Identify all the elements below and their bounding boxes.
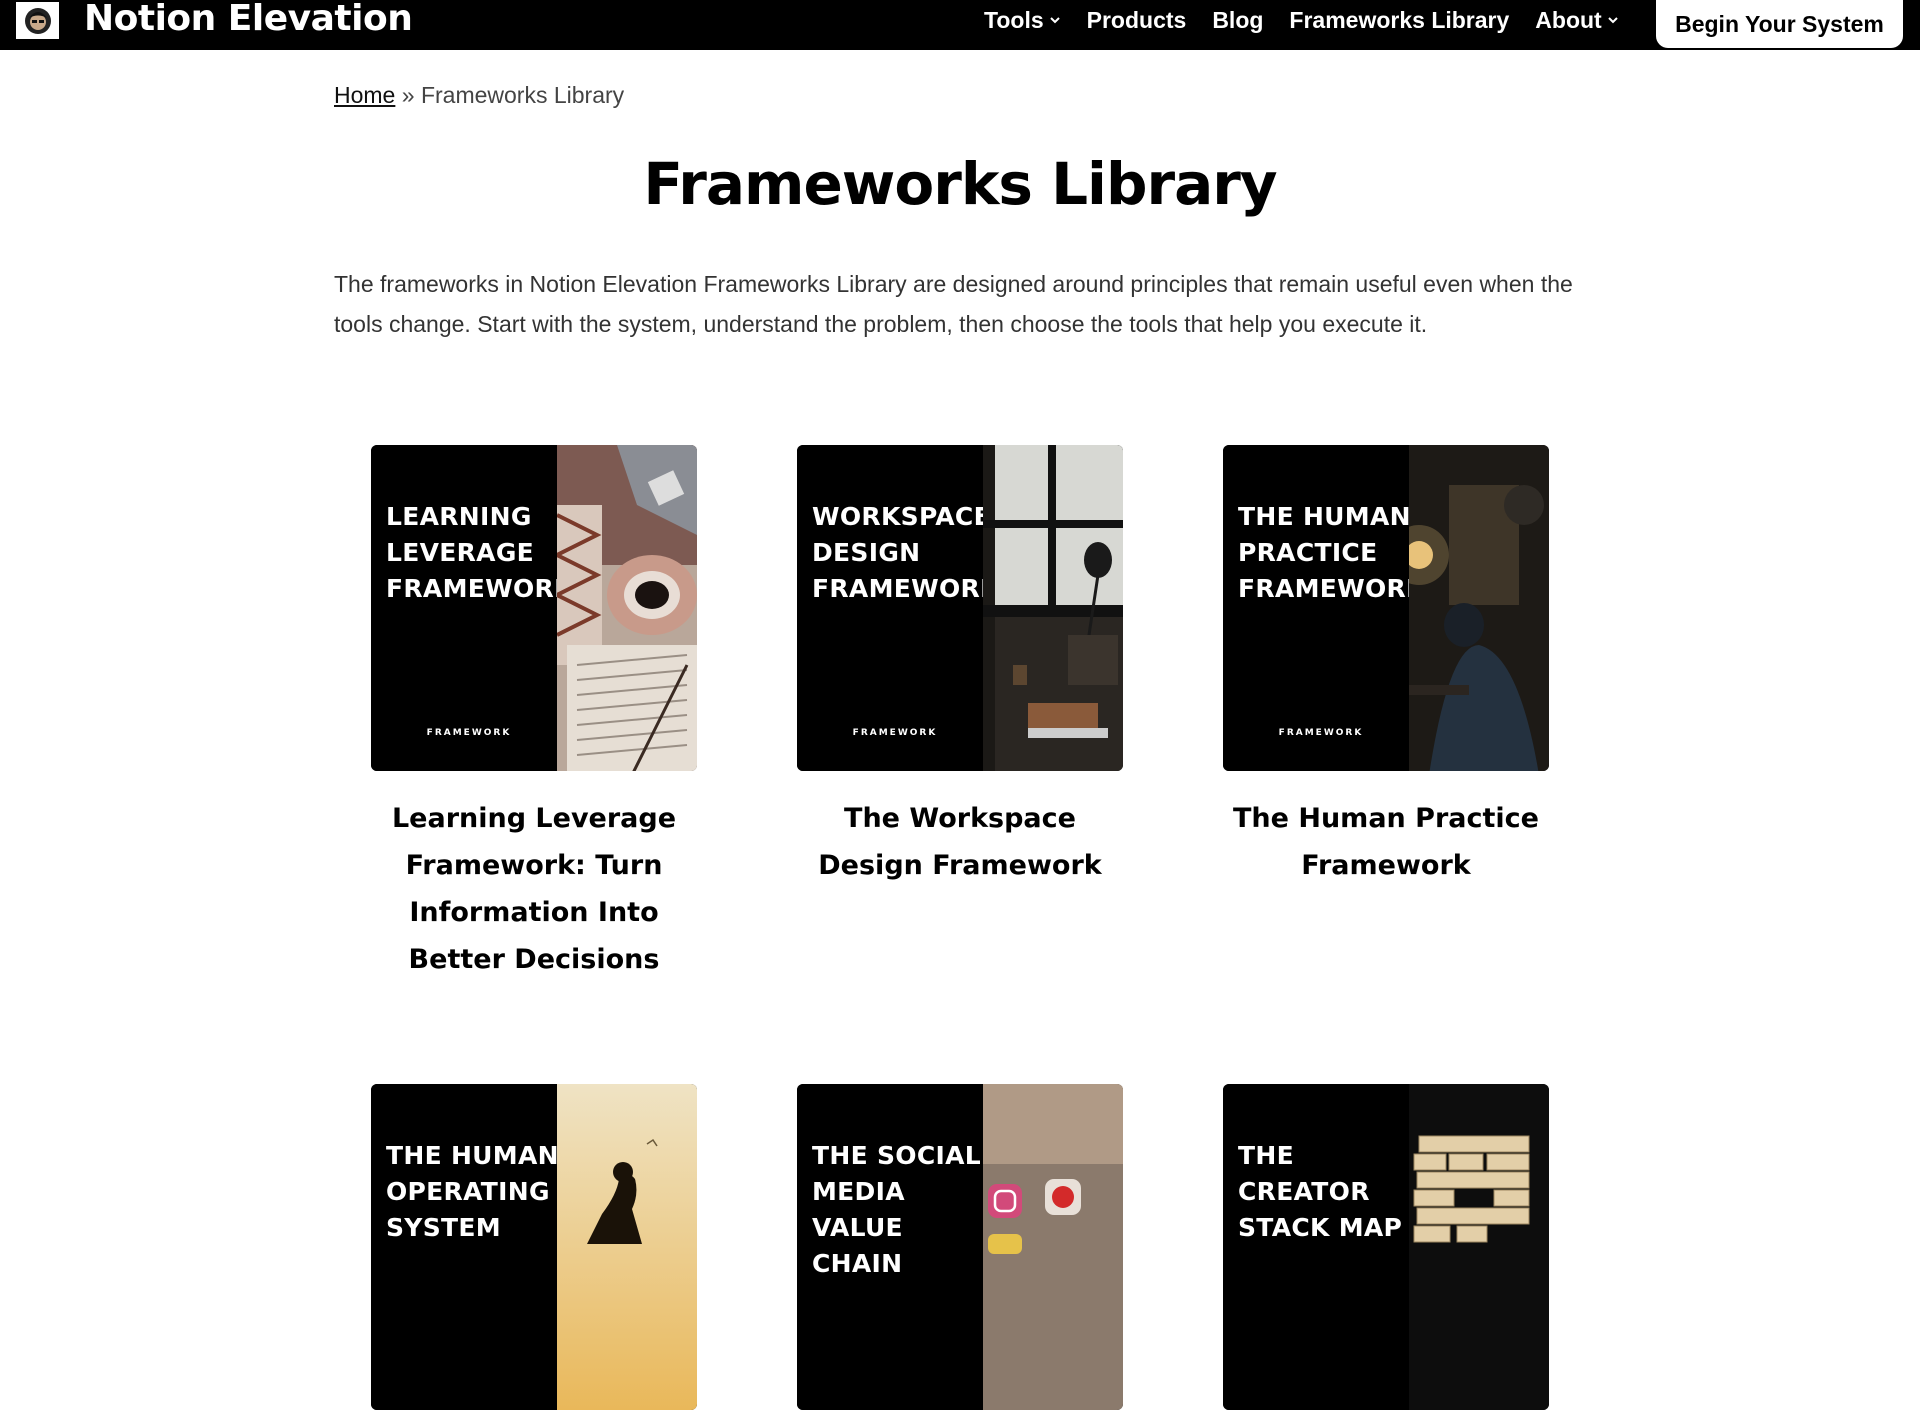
card-thumbnail-tag: FRAMEWORK bbox=[852, 728, 938, 738]
nav-products[interactable]: Products bbox=[1087, 7, 1187, 34]
begin-your-system-button[interactable]: Begin Your System bbox=[1656, 0, 1903, 48]
framework-card-social-media-value-chain[interactable]: THE SOCIAL MEDIA VALUE CHAIN bbox=[797, 1084, 1123, 1410]
chevron-down-icon bbox=[1608, 17, 1618, 24]
card-thumbnail-title: THE HUMAN OPERATING SYSTEM bbox=[386, 1141, 559, 1242]
nav-tools[interactable]: Tools bbox=[984, 7, 1061, 34]
framework-card-human-practice[interactable]: THE HUMAN PRACTICE FRAMEWORK FRAMEWORK T… bbox=[1223, 445, 1549, 889]
framework-card-creator-stack-map[interactable]: THE CREATOR STACK MAP bbox=[1223, 1084, 1549, 1410]
card-title[interactable]: Learning Leverage Framework: Turn Inform… bbox=[371, 795, 697, 983]
nav-about[interactable]: About bbox=[1535, 7, 1618, 34]
page-intro: The frameworks in Notion Elevation Frame… bbox=[334, 271, 1573, 337]
breadcrumb-home-link[interactable]: Home bbox=[334, 82, 395, 108]
dark-room-photo bbox=[1409, 445, 1549, 771]
card-thumbnail[interactable]: WORKSPACE DESIGN FRAMEWORK FRAMEWORK bbox=[797, 445, 1123, 771]
desk-coffee-photo bbox=[557, 445, 697, 771]
card-thumbnail-tag: FRAMEWORK bbox=[1278, 728, 1364, 738]
social-apps-photo bbox=[983, 1084, 1123, 1410]
nav-frameworks-library[interactable]: Frameworks Library bbox=[1289, 7, 1509, 34]
nav-blog[interactable]: Blog bbox=[1212, 7, 1263, 34]
card-thumbnail[interactable]: THE HUMAN OPERATING SYSTEM bbox=[371, 1084, 697, 1410]
page-title: Frameworks Library bbox=[643, 150, 1277, 218]
wooden-blocks-photo bbox=[1409, 1084, 1549, 1410]
card-thumbnail[interactable]: LEARNING LEVERAGE FRAMEWORK FRAMEWORK bbox=[371, 445, 697, 771]
card-thumbnail-title: THE SOCIAL MEDIA VALUE CHAIN bbox=[812, 1141, 981, 1278]
card-thumbnail-title: LEARNING LEVERAGE FRAMEWORK bbox=[386, 502, 574, 603]
nav-frameworks-library-label: Frameworks Library bbox=[1289, 6, 1510, 33]
breadcrumb: Home » Frameworks Library bbox=[334, 82, 624, 109]
card-thumbnail[interactable]: THE HUMAN PRACTICE FRAMEWORK FRAMEWORK bbox=[1223, 445, 1549, 771]
card-thumbnail-title: THE CREATOR STACK MAP bbox=[1238, 1141, 1403, 1242]
nav-blog-label: Blog bbox=[1212, 6, 1264, 33]
site-logo[interactable] bbox=[16, 2, 59, 39]
framework-card-workspace-design[interactable]: WORKSPACE DESIGN FRAMEWORK FRAMEWORK The… bbox=[797, 445, 1123, 889]
breadcrumb-separator: » bbox=[401, 82, 415, 108]
card-title[interactable]: The Workspace Design Framework bbox=[797, 795, 1123, 889]
framework-card-human-operating-system[interactable]: THE HUMAN OPERATING SYSTEM bbox=[371, 1084, 697, 1410]
card-title[interactable]: The Human Practice Framework bbox=[1223, 795, 1549, 889]
card-thumbnail[interactable]: THE SOCIAL MEDIA VALUE CHAIN bbox=[797, 1084, 1123, 1410]
main-nav: Tools Products Blog Frameworks Library A… bbox=[984, 0, 1619, 40]
card-thumbnail-title: WORKSPACE DESIGN FRAMEWORK bbox=[812, 502, 1000, 603]
nav-about-label: About bbox=[1535, 6, 1602, 33]
card-thumbnail-tag: FRAMEWORK bbox=[426, 728, 512, 738]
nav-tools-label: Tools bbox=[984, 6, 1044, 33]
card-thumbnail[interactable]: THE CREATOR STACK MAP bbox=[1223, 1084, 1549, 1410]
window-desk-photo bbox=[983, 445, 1123, 771]
chevron-down-icon bbox=[1049, 17, 1060, 24]
top-navigation-bar: Notion Elevation Tools Products Blog Fra… bbox=[0, 0, 1920, 50]
card-thumbnail-title: THE HUMAN PRACTICE FRAMEWORK bbox=[1238, 502, 1426, 603]
breadcrumb-current: Frameworks Library bbox=[420, 82, 625, 108]
nav-products-label: Products bbox=[1086, 6, 1187, 33]
avatar-icon bbox=[24, 7, 51, 34]
sunset-silhouette-photo bbox=[557, 1084, 697, 1410]
framework-card-learning-leverage[interactable]: LEARNING LEVERAGE FRAMEWORK FRAMEWORK Le… bbox=[371, 445, 697, 983]
brand-name[interactable]: Notion Elevation bbox=[84, 0, 413, 39]
